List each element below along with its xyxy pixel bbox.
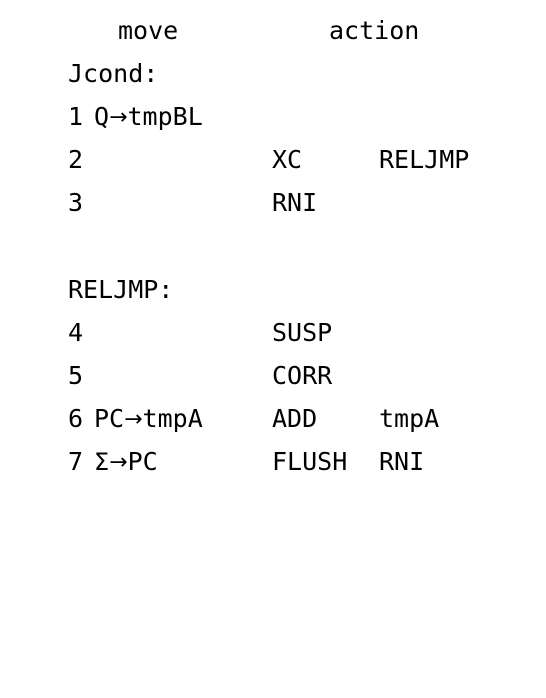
action-field: ADD [272,404,318,433]
code-row: 2 XC RELJMP [0,138,546,181]
action-field: FLUSH [272,447,348,476]
routine-label-row-reljmp: RELJMP: [0,268,546,311]
action-field: RNI [272,188,318,217]
jump-target-field: RNI [379,447,425,476]
column-header-row: move action [0,9,546,52]
line-number: 1 [68,102,84,131]
line-number: 3 [68,188,84,217]
right-arrow-icon: → [124,407,143,432]
microcode-listing: move action Jcond: 1 Q→tmpBLQ→tmpBL 2 XC… [0,0,546,500]
action-field: CORR [272,361,333,390]
sigma-symbol: Σ [94,448,110,476]
routine-label-row-jcond: Jcond: [0,52,546,95]
column-header-move: move [118,16,179,45]
line-number: 2 [68,145,84,174]
action-field: SUSP [272,318,333,347]
column-header-action: action [329,16,420,45]
code-row: 5 CORR [0,354,546,397]
blank-row [0,224,546,267]
right-arrow-icon: → [109,105,128,130]
right-arrow-icon: → [109,450,128,475]
code-row: 7 Σ→PCΣ→PC FLUSH RNI [0,440,546,483]
code-row: 1 Q→tmpBLQ→tmpBL [0,95,546,138]
routine-label: Jcond: [68,59,159,88]
line-number: 7 [68,447,84,476]
jump-target-field: tmpA [379,404,440,433]
code-row: 3 RNI [0,181,546,224]
routine-label: RELJMP: [68,275,174,304]
jump-target-field: RELJMP [379,145,470,174]
move-field: Q→tmpBLQ→tmpBL [94,95,203,140]
code-row: 4 SUSP [0,311,546,354]
code-row: 6 PC→tmpAPC→tmpA ADD tmpA [0,397,546,440]
action-field: XC [272,145,303,174]
move-field: Σ→PCΣ→PC [94,440,158,485]
line-number: 6 [68,404,84,433]
line-number: 4 [68,318,84,347]
move-field: PC→tmpAPC→tmpA [94,397,203,442]
line-number: 5 [68,361,84,390]
